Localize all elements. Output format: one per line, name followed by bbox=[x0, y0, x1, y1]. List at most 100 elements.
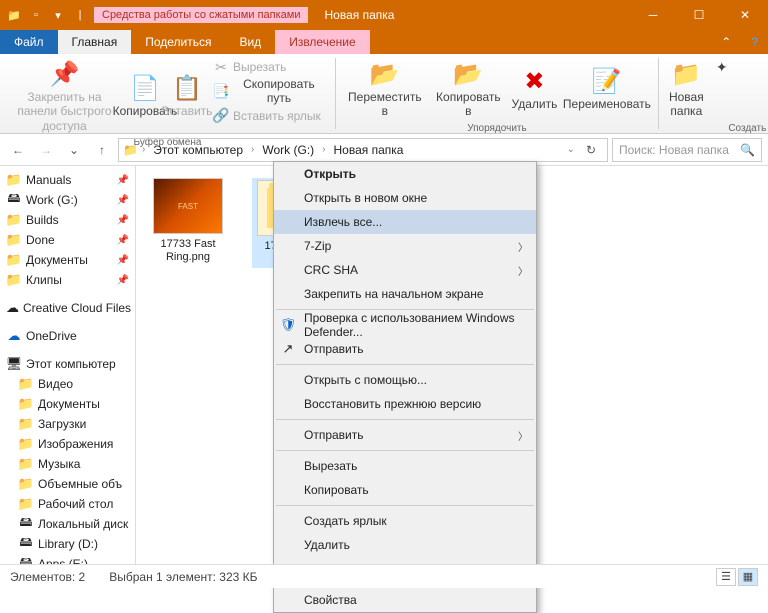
chevron-down-icon[interactable]: ⌄ bbox=[567, 144, 575, 155]
tree-item[interactable]: 📁Документы📌 bbox=[0, 250, 135, 270]
tree-item[interactable]: 📁Загрузки bbox=[0, 414, 135, 434]
crumb[interactable]: Новая папка bbox=[330, 143, 408, 157]
folder-icon: 🖴 bbox=[18, 516, 34, 532]
window-controls: ─ ☐ ✕ bbox=[630, 0, 768, 30]
crumb[interactable]: Этот компьютер bbox=[149, 143, 247, 157]
address-bar[interactable]: 📁 › Этот компьютер › Work (G:) › Новая п… bbox=[118, 138, 608, 162]
status-bar: Элементов: 2 Выбран 1 элемент: 323 КБ ☰ … bbox=[0, 564, 768, 588]
pin-icon: 📌 bbox=[117, 275, 129, 286]
pasteshortcut-button[interactable]: 🔗Вставить ярлык bbox=[209, 107, 329, 125]
list-item[interactable]: FAST 17733 Fast Ring.png bbox=[148, 178, 228, 264]
tree-item[interactable]: 📁Manuals📌 bbox=[0, 170, 135, 190]
copy-button[interactable]: 📄Копировать bbox=[125, 58, 165, 135]
menu-item[interactable]: 🛡Проверка с использованием Windows Defen… bbox=[274, 313, 536, 337]
folder-icon: 📁 bbox=[18, 496, 34, 512]
menu-item[interactable]: Копировать bbox=[274, 478, 536, 502]
tree-item[interactable]: 📁Документы bbox=[0, 394, 135, 414]
newfolder-button[interactable]: 📁Новая папка bbox=[665, 58, 708, 121]
details-view-button[interactable]: ☰ bbox=[716, 568, 736, 586]
search-input[interactable]: Поиск: Новая папка 🔍 bbox=[612, 138, 762, 162]
menu-item[interactable]: Открыть bbox=[274, 162, 536, 186]
menu-separator bbox=[276, 419, 534, 420]
chevron-right-icon[interactable]: › bbox=[142, 144, 145, 155]
menu-item[interactable]: 7-Zip〉 bbox=[274, 234, 536, 258]
menu-item[interactable]: Восстановить прежнюю версию bbox=[274, 392, 536, 416]
pin-icon: 📌 bbox=[117, 255, 129, 266]
tree-item[interactable]: 📁Клипы📌 bbox=[0, 270, 135, 290]
rename-button[interactable]: 📝Переименовать bbox=[562, 58, 652, 121]
cloud-icon: ☁ bbox=[6, 300, 19, 316]
chevron-right-icon[interactable]: › bbox=[322, 144, 325, 155]
move-button[interactable]: 📂Переместить в bbox=[342, 58, 428, 121]
item-name: 17733 Fast Ring.png bbox=[148, 238, 228, 264]
maximize-button[interactable]: ☐ bbox=[676, 0, 722, 30]
menu-item[interactable]: Закрепить на начальном экране bbox=[274, 282, 536, 306]
up-button[interactable]: ↑ bbox=[90, 138, 114, 162]
chevron-right-icon: 〉 bbox=[518, 428, 528, 443]
folder-icon: 📁 bbox=[18, 396, 34, 412]
menu-item[interactable]: Свойства bbox=[274, 588, 536, 612]
sparkle-icon: ✦ bbox=[714, 59, 730, 75]
pin-icon: 📌 bbox=[49, 60, 79, 90]
menu-item[interactable]: Извлечь все... bbox=[274, 210, 536, 234]
folder-icon: 📁 bbox=[18, 476, 34, 492]
minimize-button[interactable]: ─ bbox=[630, 0, 676, 30]
tree-onedrive[interactable]: ☁OneDrive bbox=[0, 326, 135, 346]
tree-item[interactable]: 🖴Work (G:)📌 bbox=[0, 190, 135, 210]
recent-dropdown-icon[interactable]: ⌄ bbox=[62, 138, 86, 162]
tree-item[interactable]: 📁Объемные объ bbox=[0, 474, 135, 494]
tree-item[interactable]: 📁Done📌 bbox=[0, 230, 135, 250]
tree-item[interactable]: 🖴Локальный диск bbox=[0, 514, 135, 534]
ribbon: 📌Закрепить на панели быстрого доступа 📄К… bbox=[0, 54, 768, 134]
menu-item[interactable]: Открыть с помощью... bbox=[274, 368, 536, 392]
menu-item[interactable]: Отправить〉 bbox=[274, 423, 536, 447]
pin-quickaccess-button[interactable]: 📌Закрепить на панели быстрого доступа bbox=[6, 58, 123, 135]
help-button[interactable]: ? bbox=[741, 30, 768, 54]
tree-item[interactable]: 🖴Library (D:) bbox=[0, 534, 135, 554]
tab-share[interactable]: Поделиться bbox=[131, 30, 225, 54]
newitem-button[interactable]: ✦ bbox=[710, 58, 768, 76]
menu-item[interactable]: Создать ярлык bbox=[274, 509, 536, 533]
copyto-button[interactable]: 📂Копировать в bbox=[430, 58, 507, 121]
cut-button[interactable]: ✂Вырезать bbox=[209, 58, 329, 76]
share-icon: ↗ bbox=[280, 341, 296, 357]
tab-view[interactable]: Вид bbox=[225, 30, 275, 54]
tab-extract[interactable]: Извлечение bbox=[275, 31, 369, 53]
tree-item[interactable]: 📁Изображения bbox=[0, 434, 135, 454]
icons-view-button[interactable]: ▦ bbox=[738, 568, 758, 586]
ribbon-expand-button[interactable]: ⌃ bbox=[711, 30, 741, 54]
crumb[interactable]: Work (G:) bbox=[258, 143, 318, 157]
tab-main[interactable]: Главная bbox=[58, 30, 132, 54]
menu-item[interactable]: Открыть в новом окне bbox=[274, 186, 536, 210]
tree-item[interactable]: 📁Видео bbox=[0, 374, 135, 394]
qat-dropdown-icon[interactable]: ▾ bbox=[50, 7, 66, 23]
paste-icon: 📋 bbox=[172, 74, 202, 104]
close-button[interactable]: ✕ bbox=[722, 0, 768, 30]
divider-icon: | bbox=[72, 7, 88, 23]
tab-file[interactable]: Файл bbox=[0, 30, 58, 54]
copypath-button[interactable]: 📑Скопировать путь bbox=[209, 76, 329, 107]
menu-item[interactable]: Вырезать bbox=[274, 454, 536, 478]
shortcut-icon: 🔗 bbox=[213, 108, 229, 124]
delete-button[interactable]: ✖Удалить bbox=[509, 58, 560, 121]
menu-item[interactable]: CRC SHA〉 bbox=[274, 258, 536, 282]
copy-icon: 📄 bbox=[130, 74, 160, 104]
chevron-right-icon[interactable]: › bbox=[251, 144, 254, 155]
paste-button[interactable]: 📋Вставить bbox=[167, 58, 207, 135]
forward-button[interactable]: → bbox=[34, 138, 58, 162]
tree-cc[interactable]: ☁Creative Cloud Files bbox=[0, 298, 135, 318]
folder-icon: 📁 bbox=[123, 143, 138, 157]
menu-item[interactable]: ↗Отправить bbox=[274, 337, 536, 361]
nav-tree[interactable]: 📁Manuals📌🖴Work (G:)📌📁Builds📌📁Done📌📁Докум… bbox=[0, 166, 136, 564]
refresh-button[interactable]: ↻ bbox=[579, 138, 603, 162]
group-label: Упорядочить bbox=[342, 121, 652, 136]
group-label: Создать bbox=[665, 121, 768, 136]
tree-thispc[interactable]: 🖥Этот компьютер bbox=[0, 354, 135, 374]
tree-item[interactable]: 📁Рабочий стол bbox=[0, 494, 135, 514]
menu-item[interactable]: Удалить bbox=[274, 533, 536, 557]
tree-item[interactable]: 📁Музыка bbox=[0, 454, 135, 474]
back-button[interactable]: ← bbox=[6, 138, 30, 162]
tree-item[interactable]: 📁Builds📌 bbox=[0, 210, 135, 230]
folder-icon: 📁 bbox=[671, 60, 701, 90]
tree-item[interactable]: 🖴Apps (E:) bbox=[0, 554, 135, 564]
